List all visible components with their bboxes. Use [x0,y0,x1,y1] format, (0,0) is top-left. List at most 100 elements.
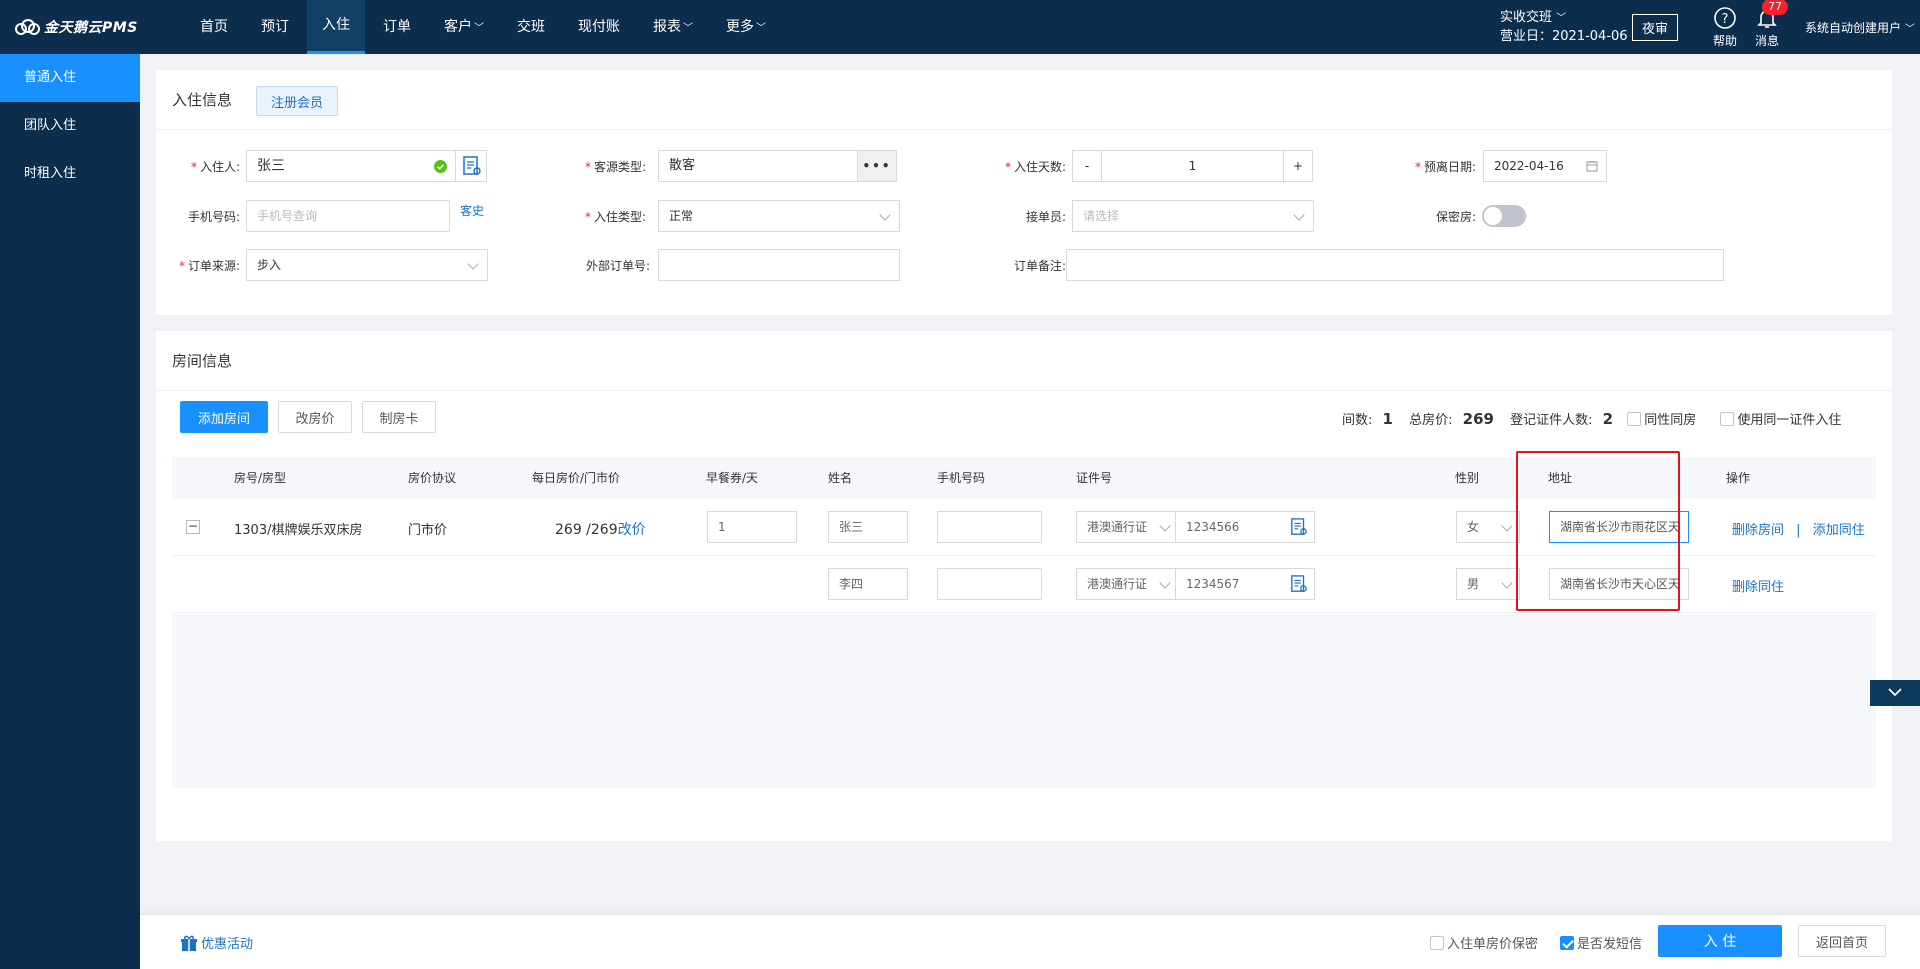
collapse-row-toggle[interactable]: − [186,520,200,534]
nav-more[interactable]: 更多 ﹀ [711,0,781,54]
checkbox-box [1720,412,1735,426]
chevron-down-icon: ﹀ [474,23,484,34]
shift-info[interactable]: 实收交班 ﹀ 营业日：2021-04-06 [1500,9,1628,46]
breakfast-input[interactable]: 1 [707,511,797,543]
nav-orders[interactable]: 订单 [368,0,426,54]
order-remark-input[interactable] [1066,249,1724,281]
id-type-select[interactable]: 港澳通行证 [1076,511,1176,543]
days-increment-button[interactable]: + [1283,150,1313,182]
nav-checkin[interactable]: 入住 [307,0,365,54]
nav-home[interactable]: 首页 [185,0,243,54]
add-cohabitant-link[interactable]: 添加同住 [1813,523,1865,538]
id-type-select[interactable]: 港澳通行证 [1076,568,1176,600]
price-protocol: 门市价 [408,523,448,538]
checkin-info-header: 入住信息 注册会员 [156,70,1892,130]
days-decrement-button[interactable]: - [1072,150,1102,182]
id-number-input[interactable]: 1234567 [1175,568,1315,600]
th-phone: 手机号码 [937,471,986,485]
order-source-select[interactable]: 步入 [246,249,488,281]
nav-reports[interactable]: 报表 ﹀ [638,0,708,54]
address-column-highlight [1516,451,1680,611]
phone-search-input[interactable]: 手机号查询 [246,200,450,232]
footer-bar: 优惠活动 入住单房价保密 是否发短信 入 住 返回首页 [140,914,1920,969]
check-circle-icon [434,160,447,173]
send-sms-checkbox[interactable]: 是否发短信 [1560,933,1642,952]
departure-date-input[interactable]: 2022-04-16 [1483,150,1607,182]
cloud-icon [15,19,40,35]
id-count: 2 [1602,410,1614,428]
gift-icon [181,935,197,951]
nav-cash-account[interactable]: 现付账 [563,0,635,54]
promotions-label: 优惠活动 [201,937,254,952]
guest-name-input[interactable]: 张三 [828,511,908,543]
help-button[interactable]: ? 帮助 [1705,6,1745,49]
register-member-button[interactable]: 注册会员 [256,86,339,116]
sidebar-item-normal-checkin[interactable]: 普通入住 [0,54,140,102]
more-options-button[interactable]: ••• [857,150,897,182]
svg-text:?: ? [1722,12,1729,27]
input-value: 散客 [669,158,696,173]
nav-label: 客户 [444,19,472,35]
nav-shift[interactable]: 交班 [502,0,560,54]
same-id-checkbox[interactable]: 使用同一证件入住 [1720,412,1842,428]
input-value: 步入 [257,258,282,272]
same-sex-checkbox[interactable]: 同性同房 [1627,412,1696,428]
guest-label: * 入住人: [190,160,240,174]
secret-room-toggle[interactable] [1482,205,1526,227]
checkbox-box-checked [1560,936,1574,950]
message-count-badge: 77 [1762,0,1788,15]
delete-room-link[interactable]: 删除房间 [1732,523,1784,538]
promotions-link[interactable]: 优惠活动 [180,933,253,952]
checkbox-label: 使用同一证件入住 [1737,413,1842,428]
guest-phone-input[interactable] [937,511,1042,543]
id-card-reader-icon[interactable] [1290,518,1308,536]
guest-phone-input[interactable] [937,568,1042,600]
checkin-submit-button[interactable]: 入 住 [1658,925,1782,957]
price-secret-checkbox[interactable]: 入住单房价保密 [1430,933,1538,952]
change-price-button[interactable]: 改房价 [278,401,352,433]
nav-label: 预订 [261,19,289,35]
external-order-input[interactable] [658,249,900,281]
user-name: 系统自动创建用户 [1805,21,1902,35]
gender-select[interactable]: 男 [1456,568,1520,600]
sidebar-item-group-checkin[interactable]: 团队入住 [0,102,140,150]
checkin-info-panel: 入住信息 注册会员 * 入住人: 张三 * 客源类型: 散客 ••• * 入住天数: … [156,70,1892,315]
stay-days-input[interactable]: 1 [1101,150,1284,182]
checkbox-box [1627,412,1642,426]
add-room-button[interactable]: 添加房间 [180,401,268,433]
guest-name-input[interactable]: 李四 [828,568,908,600]
th-gender: 性别 [1455,471,1480,485]
source-type-label: * 客源类型: [584,160,646,174]
delete-cohabitant-link[interactable]: 删除同住 [1732,580,1784,595]
checkbox-label: 入住单房价保密 [1447,937,1539,952]
make-room-card-button[interactable]: 制房卡 [362,401,436,433]
sidebar-item-hourly-checkin[interactable]: 时租入住 [0,150,140,198]
nav-reservation[interactable]: 预订 [246,0,304,54]
chevron-down-icon [467,258,479,270]
gender-select[interactable]: 女 [1456,511,1520,543]
app-logo[interactable]: 金天鹅云PMS [14,17,138,37]
label-text: 订单来源: [187,259,240,273]
id-card-reader-button[interactable] [455,150,487,182]
guest-history-link[interactable]: 客史 [460,202,484,219]
th-room: 房号/房型 [234,471,287,485]
source-type-select[interactable]: 散客 [658,150,858,182]
scroll-down-button[interactable] [1870,680,1920,706]
row-actions: 删除同住 [1732,576,1784,595]
back-home-button[interactable]: 返回首页 [1798,925,1886,957]
nav-customers[interactable]: 客户 ﹀ [429,0,499,54]
total-price: 269 [1462,410,1494,428]
id-card-reader-icon[interactable] [1290,575,1308,593]
user-menu[interactable]: 系统自动创建用户 ﹀ [1805,19,1915,36]
receiver-select[interactable]: 请选择 [1072,200,1314,232]
guest-name-input[interactable]: 张三 [246,150,456,182]
id-number-input[interactable]: 1234566 [1175,511,1315,543]
change-price-link[interactable]: 改价 [618,522,646,538]
checkin-type-select[interactable]: 正常 [658,200,900,232]
chevron-down-icon [1501,520,1513,532]
label-text: 入住类型: [593,210,646,224]
receiver-label: 接单员: [1025,210,1066,224]
shift-dropdown[interactable]: 实收交班 [1500,10,1552,25]
night-audit-button[interactable]: 夜审 [1632,14,1678,41]
chevron-down-icon [879,209,891,221]
